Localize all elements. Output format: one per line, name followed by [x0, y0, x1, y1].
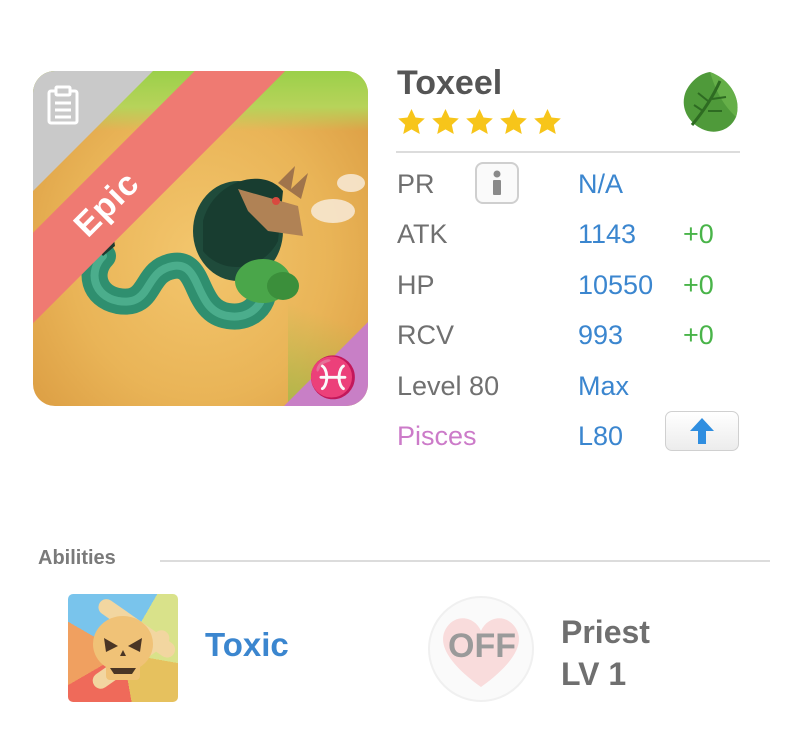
skull-icon	[92, 599, 176, 689]
hp-label: HP	[397, 270, 435, 300]
pr-value: N/A	[578, 169, 624, 199]
level-value: Max	[578, 371, 630, 401]
atk-value: 1143	[578, 219, 637, 249]
sign-label: Pisces	[397, 421, 477, 451]
monster-name: Toxeel	[397, 64, 503, 102]
off-label: OFF	[448, 627, 516, 665]
job-info: Priest LV 1	[561, 611, 650, 695]
atk-label: ATK	[397, 219, 448, 249]
rcv-value: 993	[578, 320, 624, 350]
level-label: Level 80	[397, 371, 500, 401]
atk-bonus: +0	[683, 219, 714, 249]
info-icon	[493, 170, 501, 195]
rcv-bonus: +0	[683, 320, 714, 350]
upgrade-button[interactable]	[665, 411, 739, 451]
star-icon	[398, 108, 425, 134]
leaf-icon	[683, 72, 738, 132]
ability-name: Toxic	[205, 626, 289, 663]
job-name: Priest	[561, 614, 650, 650]
star-icon	[500, 108, 527, 134]
abilities-divider	[160, 560, 770, 562]
monster-portrait[interactable]: Epic ♓	[33, 71, 368, 406]
pr-label: PR	[397, 169, 435, 199]
info-button[interactable]	[475, 162, 519, 204]
arrow-up-icon	[690, 418, 714, 444]
document-icon[interactable]	[46, 85, 80, 125]
star-icon	[466, 108, 493, 134]
toxic-skill-icon[interactable]	[68, 594, 178, 702]
hp-value: 10550	[578, 270, 654, 300]
rcv-label: RCV	[397, 320, 455, 350]
star-rating	[396, 107, 563, 138]
hp-bonus: +0	[683, 270, 714, 300]
star-icon	[534, 108, 561, 134]
pisces-icon: ♓	[308, 356, 358, 400]
job-level: LV 1	[561, 656, 627, 692]
star-icon	[432, 108, 459, 134]
divider	[396, 151, 740, 153]
sign-value: L80	[578, 421, 624, 451]
abilities-heading: Abilities	[38, 547, 116, 569]
